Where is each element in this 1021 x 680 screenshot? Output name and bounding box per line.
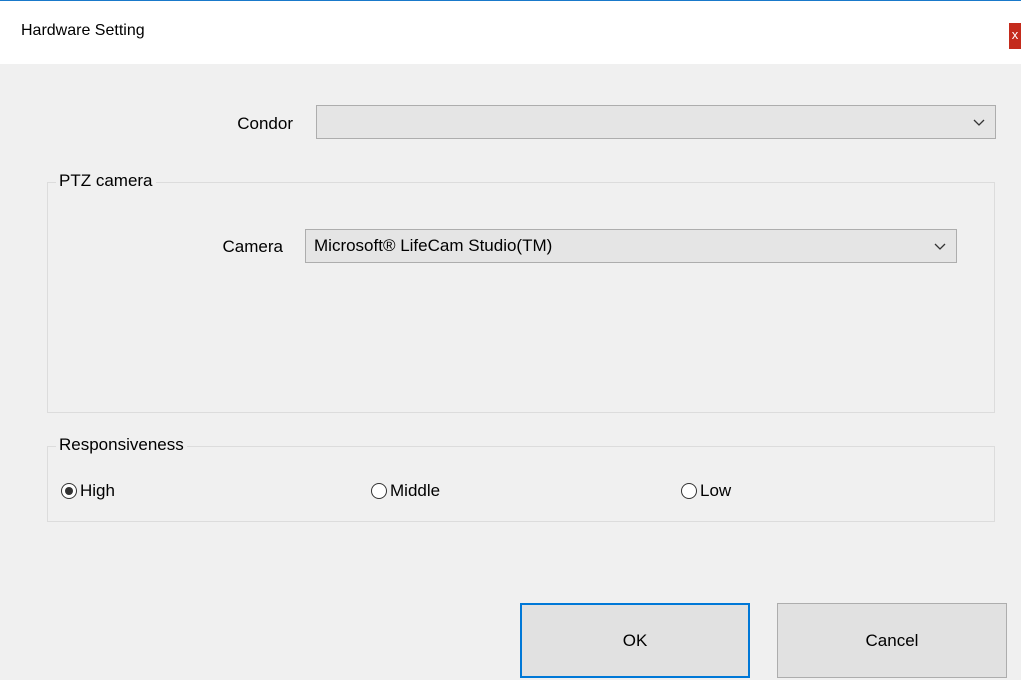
ptz-camera-group: PTZ camera — [47, 171, 995, 413]
camera-dropdown[interactable]: Microsoft® LifeCam Studio(TM) — [305, 229, 957, 263]
radio-low-label: Low — [700, 481, 732, 500]
radio-middle-label: Middle — [390, 481, 441, 500]
close-icon: x — [1011, 27, 1019, 42]
radio-circle-high[interactable] — [61, 483, 77, 499]
radio-circle-middle[interactable] — [371, 483, 387, 499]
cancel-button[interactable]: Cancel — [777, 603, 1007, 678]
camera-label: Camera — [222, 237, 283, 256]
camera-value: Microsoft® LifeCam Studio(TM) — [314, 236, 553, 255]
responsiveness-legend: Responsiveness — [56, 435, 187, 455]
title-bar: Hardware Setting x — [0, 1, 1021, 64]
radio-high-label: High — [80, 481, 115, 500]
radio-low[interactable]: Low — [681, 481, 731, 501]
window-title: Hardware Setting — [21, 22, 145, 39]
chevron-down-icon — [934, 243, 946, 250]
close-button[interactable]: x — [1009, 23, 1021, 49]
ok-button-label: OK — [622, 630, 648, 650]
ptz-camera-legend: PTZ camera — [56, 171, 156, 191]
condor-label: Condor — [237, 114, 293, 133]
ok-button[interactable]: OK — [520, 603, 750, 678]
condor-dropdown[interactable] — [316, 105, 996, 139]
cancel-button-label: Cancel — [865, 630, 919, 650]
radio-middle[interactable]: Middle — [371, 481, 440, 501]
chevron-down-icon — [973, 119, 985, 126]
hardware-setting-dialog: Hardware Setting x Condor PTZ camera Cam… — [0, 0, 1021, 680]
responsiveness-group: Responsiveness — [47, 435, 995, 522]
radio-circle-low[interactable] — [681, 483, 697, 499]
radio-high[interactable]: High — [61, 481, 115, 501]
